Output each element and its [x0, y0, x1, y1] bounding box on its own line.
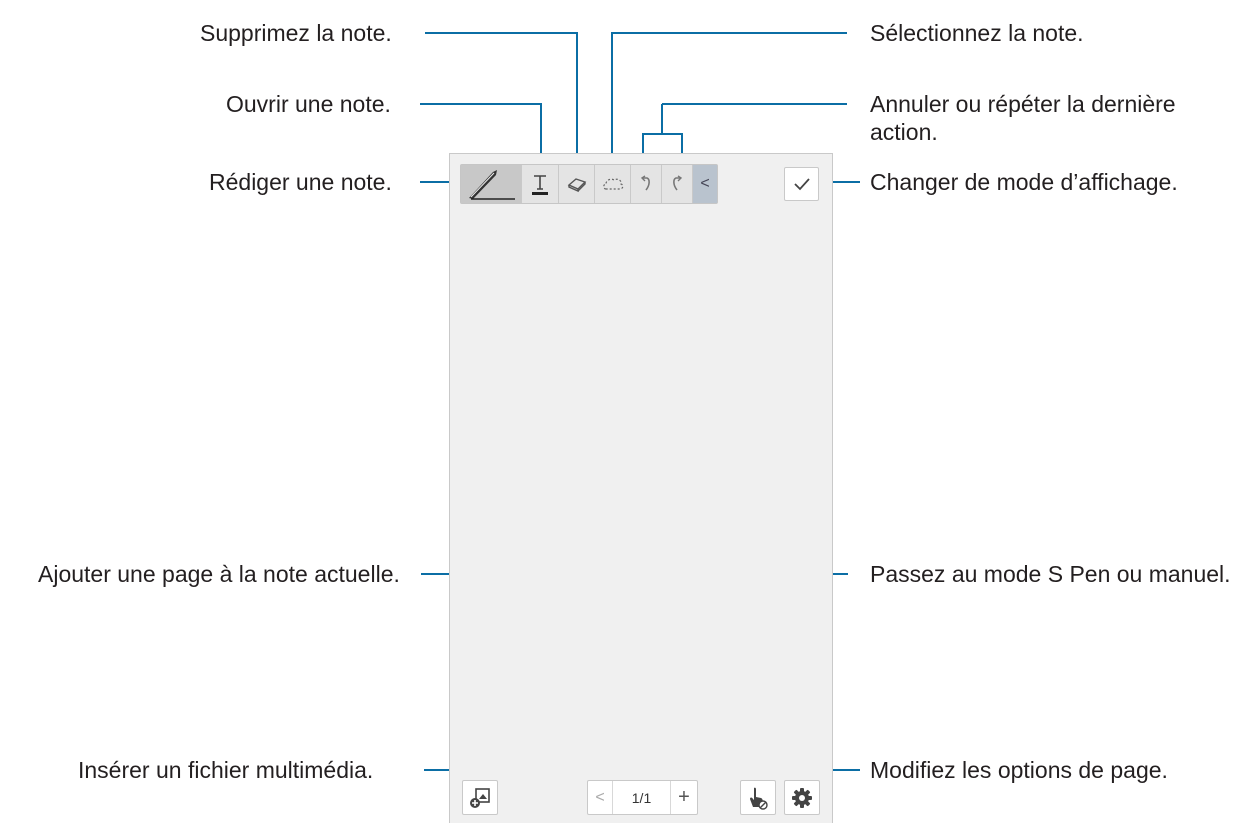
pen-icon — [469, 170, 515, 200]
gear-icon — [792, 787, 812, 808]
callout-open-note: Ouvrir une note. — [226, 91, 391, 117]
page-navigator: < 1/1 + — [587, 780, 698, 815]
select-tool-button[interactable] — [595, 165, 631, 203]
eraser-icon — [567, 178, 586, 193]
redo-button[interactable] — [662, 165, 693, 203]
pen-mode-button[interactable] — [740, 780, 776, 815]
text-tool-button[interactable] — [522, 165, 559, 203]
text-icon — [532, 175, 548, 195]
undo-icon — [640, 175, 650, 191]
display-mode-button[interactable] — [784, 167, 819, 201]
collapse-toolbar-button[interactable]: < — [693, 165, 717, 203]
callout-undo-redo: Annuler ou répéter la dernière action. — [870, 91, 1176, 145]
add-page-button[interactable]: + — [671, 781, 697, 814]
callout-insert-media: Insérer un fichier multimédia. — [78, 757, 374, 783]
lasso-select-icon — [602, 178, 623, 190]
insert-media-icon — [470, 787, 490, 808]
undo-button[interactable] — [631, 165, 662, 203]
callout-add-page: Ajouter une page à la note actuelle. — [38, 561, 400, 587]
eraser-tool-button[interactable] — [559, 165, 595, 203]
previous-page-button[interactable]: < — [588, 781, 613, 814]
callout-page-options: Modifiez les options de page. — [870, 757, 1168, 783]
hand-pen-mode-icon — [750, 787, 768, 810]
insert-media-button[interactable] — [462, 780, 498, 815]
pen-tool-button[interactable] — [461, 165, 522, 203]
page-options-button[interactable] — [784, 780, 820, 815]
note-canvas[interactable]: < < 1/1 + — [449, 153, 833, 823]
callout-write-note: Rédiger une note. — [209, 169, 392, 195]
checkmark-icon — [793, 178, 810, 191]
callout-delete-note: Supprimez la note. — [200, 20, 392, 46]
callout-display-mode: Changer de mode d’affichage. — [870, 169, 1178, 195]
callout-select-note: Sélectionnez la note. — [870, 20, 1084, 46]
callout-pen-mode: Passez au mode S Pen ou manuel. — [870, 561, 1231, 587]
collapse-arrow-icon: < — [700, 175, 710, 192]
redo-icon — [673, 175, 683, 191]
page-indicator: 1/1 — [613, 781, 671, 814]
drawing-toolbar: < — [460, 164, 718, 204]
